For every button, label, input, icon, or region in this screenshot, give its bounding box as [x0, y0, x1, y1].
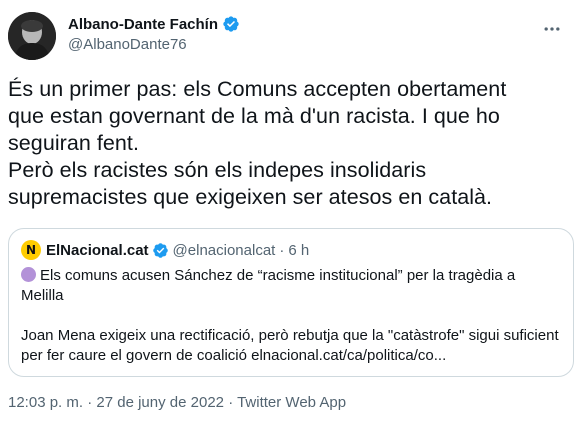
quoted-tweet[interactable]: N ElNacional.cat @elnacionalcat · 6 h El… — [8, 228, 574, 377]
quoted-handle: @elnacionalcat — [172, 241, 276, 259]
separator-dot: · — [228, 394, 234, 411]
tweet-text: És un primer pas: els Comuns accepten ob… — [8, 77, 507, 209]
tweet-time[interactable]: 12:03 p. m. — [8, 394, 83, 411]
quoted-tweet-body: Els comuns acusen Sánchez de “racisme in… — [21, 266, 561, 366]
quoted-display-name: ElNacional.cat — [46, 241, 149, 259]
quoted-timestamp[interactable]: 6 h — [288, 242, 309, 259]
separator-dot: · — [279, 241, 285, 259]
source-app[interactable]: Twitter Web App — [237, 394, 346, 411]
display-name-row: Albano-Dante Fachín — [68, 14, 240, 34]
display-name[interactable]: Albano-Dante Fachín — [68, 16, 218, 33]
more-horizontal-icon — [544, 27, 560, 31]
avatar[interactable] — [8, 12, 56, 60]
quoted-avatar-letter: N — [25, 243, 37, 257]
tweet: Albano-Dante Fachín @AlbanoDante76 És un… — [0, 0, 581, 426]
author-handle[interactable]: @AlbanoDante76 — [68, 36, 240, 53]
quoted-avatar: N — [21, 240, 41, 260]
author-block: Albano-Dante Fachín @AlbanoDante76 — [68, 14, 240, 53]
tweet-date[interactable]: 27 de juny de 2022 — [96, 394, 224, 411]
verified-badge-icon — [152, 242, 169, 259]
quoted-headline: Els comuns acusen Sánchez de “racisme in… — [21, 267, 516, 304]
purple-circle-icon — [21, 267, 36, 282]
verified-badge-icon — [222, 15, 240, 33]
separator-dot: · — [87, 394, 93, 411]
more-options-button[interactable] — [535, 12, 569, 46]
avatar-photo — [8, 12, 56, 60]
quoted-summary: Joan Mena exigeix una rectificació, però… — [21, 327, 559, 364]
quoted-headline-row: Els comuns acusen Sánchez de “racisme in… — [21, 266, 561, 306]
quoted-tweet-header: N ElNacional.cat @elnacionalcat · 6 h — [21, 240, 561, 260]
tweet-metadata: 12:03 p. m. · 27 de juny de 2022 · Twitt… — [8, 394, 346, 411]
